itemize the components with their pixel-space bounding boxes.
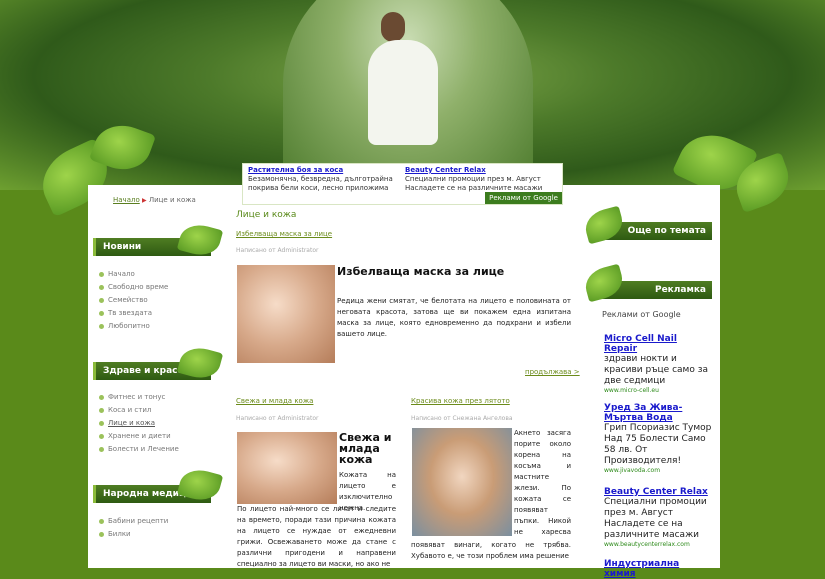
read-more-link[interactable]: продължава > <box>525 368 580 376</box>
article3-image <box>412 428 512 536</box>
article3-body-side: Акнето засяга порите около корена на кос… <box>514 429 571 536</box>
yoga-woman-head <box>381 12 405 42</box>
article3-link[interactable]: Красива кожа през лятото <box>411 397 510 405</box>
nav-item[interactable]: Семейство <box>99 294 168 307</box>
nav-item[interactable]: Тв звездата <box>99 307 168 320</box>
article3-meta: Написано от Снежана Ангелова <box>411 415 513 422</box>
right-ad-2-title[interactable]: Уред За Жива-Мъртва Вода <box>604 403 712 423</box>
right-ads-label[interactable]: Реклами от Google <box>602 310 681 319</box>
article2-body: По лицето най-много се личат и следите н… <box>237 505 396 568</box>
folk-nav: Бабини рецепти Билки <box>99 515 168 541</box>
top-ad-1[interactable]: Растителна боя за коса Безамонячна, безв… <box>248 166 403 193</box>
nav-item-active[interactable]: Лице и кожа <box>99 417 179 430</box>
news-nav: Начало Свободно време Семейство Тв звезд… <box>99 268 168 333</box>
nav-item[interactable]: Бабини рецепти <box>99 515 168 528</box>
nav-item[interactable]: Свободно време <box>99 281 168 294</box>
right-ad-1-text: здрави нокти и красиви ръце само за две … <box>604 354 708 386</box>
article1-image <box>237 265 335 363</box>
breadcrumb-current: Лице и кожа <box>148 196 196 204</box>
nav-item[interactable]: Начало <box>99 268 168 281</box>
nav-item[interactable]: Болести и Лечение <box>99 443 179 456</box>
article1-meta: Написано от Administrator <box>236 247 319 254</box>
article1-body: Редица жени смятат, че белотата на лицет… <box>337 297 571 338</box>
nav-item[interactable]: Билки <box>99 528 168 541</box>
health-nav: Фитнес и тонус Коса и стил Лице и кожа Х… <box>99 391 179 456</box>
top-ad-2[interactable]: Beauty Center Relax Специални промоции п… <box>405 166 560 193</box>
article2-meta: Написано от Administrator <box>236 415 319 422</box>
right-ad-2-text: Грип Псориазис Тумор Над 75 Болести Само… <box>604 423 712 466</box>
nav-item[interactable]: Любопитно <box>99 320 168 333</box>
article1-heading: Избелваща маска за лице <box>337 265 505 278</box>
top-ad-2-text: Специални промоции през м. Август Наслад… <box>405 175 543 192</box>
section-title: Лице и кожа <box>236 210 297 220</box>
right-ad-3-text: Специални промоции през м. Август Наслад… <box>604 497 707 540</box>
right-ad-4-title[interactable]: Индустриална химия <box>604 559 712 579</box>
article3-body: появяват винаги, когато не трябва. Хубав… <box>411 541 571 560</box>
breadcrumb: Начало ▶ Лице и кожа <box>113 196 196 204</box>
right-ad-3-title[interactable]: Beauty Center Relax <box>604 487 712 497</box>
right-ad-4[interactable]: Индустриална химия <box>604 559 712 579</box>
right-ad-2-url[interactable]: www.jivavoda.com <box>604 467 712 474</box>
top-ad-1-text: Безамонячна, безвредна, дълготрайна покр… <box>248 175 393 192</box>
breadcrumb-home[interactable]: Начало <box>113 196 140 204</box>
right-ad-3-url[interactable]: www.beautycenterrelax.com <box>604 541 712 548</box>
top-ad-2-title[interactable]: Beauty Center Relax <box>405 166 560 175</box>
article2-link[interactable]: Свежа и млада кожа <box>236 397 313 405</box>
right-ad-1-url[interactable]: www.micro-cell.eu <box>604 387 712 394</box>
ads-by-google-badge[interactable]: Реклами от Google <box>485 192 562 204</box>
top-ad-bar: Растителна боя за коса Безамонячна, безв… <box>242 163 563 205</box>
right-ad-1-title[interactable]: Micro Cell Nail Repair <box>604 334 712 354</box>
yoga-woman-image <box>368 40 438 145</box>
article1-link[interactable]: Избелваща маска за лице <box>236 230 332 238</box>
nav-item[interactable]: Хранене и диети <box>99 430 179 443</box>
nav-item[interactable]: Фитнес и тонус <box>99 391 179 404</box>
article2-heading: Свежа и млада кожа <box>339 431 392 466</box>
right-ad-2[interactable]: Уред За Жива-Мъртва Вода Грип Псориазис … <box>604 403 712 474</box>
right-ad-3[interactable]: Beauty Center Relax Специални промоции п… <box>604 487 712 548</box>
article2-image <box>237 432 337 504</box>
top-ad-1-title[interactable]: Растителна боя за коса <box>248 166 403 175</box>
nav-item[interactable]: Коса и стил <box>99 404 179 417</box>
right-ad-1[interactable]: Micro Cell Nail Repair здрави нокти и кр… <box>604 334 712 394</box>
breadcrumb-separator-icon: ▶ <box>141 197 147 204</box>
